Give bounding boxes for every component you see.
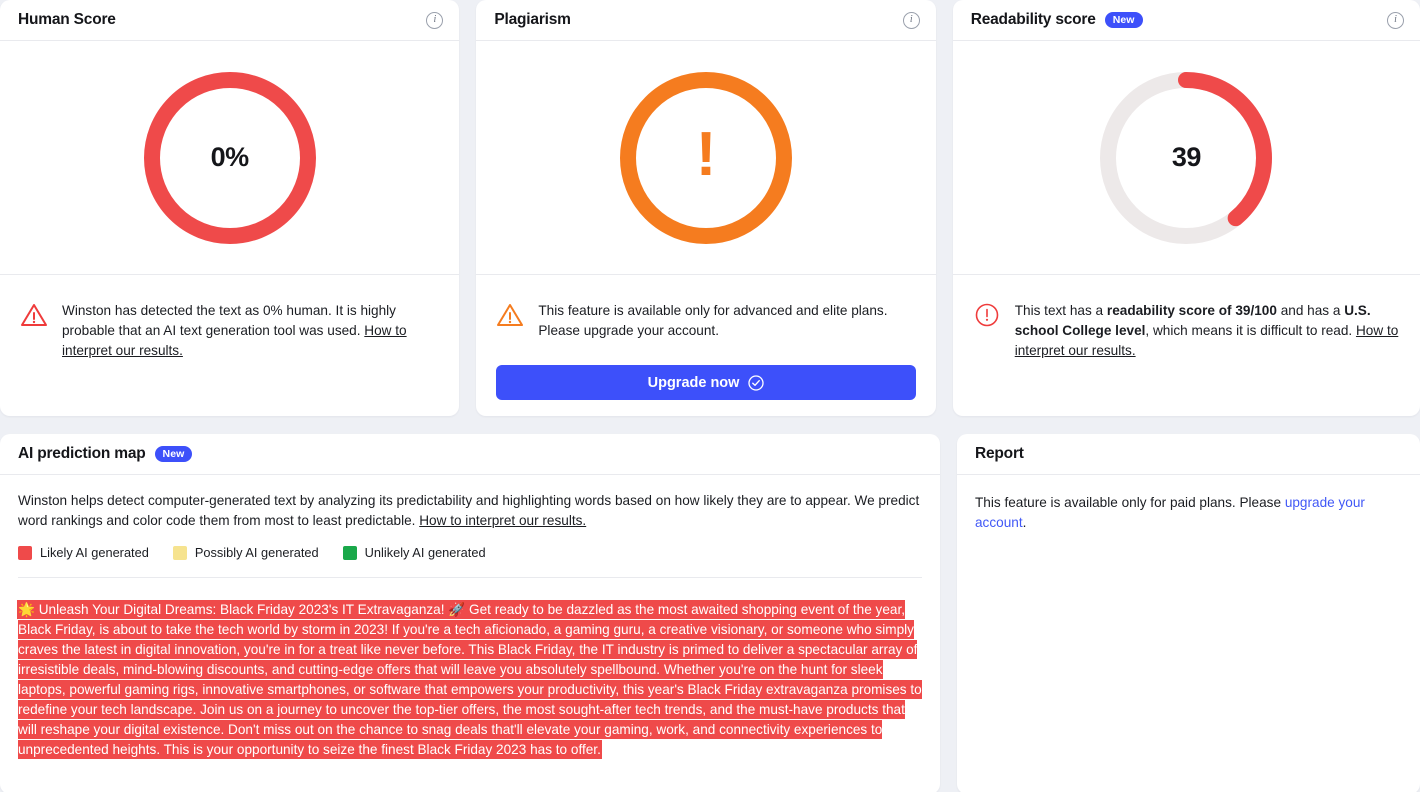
how-to-interpret-link[interactable]: How to interpret our results. <box>419 513 586 528</box>
plagiarism-note-text: This feature is available only for advan… <box>538 303 888 338</box>
readability-footer: This text has a readability score of 39/… <box>953 275 1420 416</box>
legend: Likely AI generated Possibly AI generate… <box>18 545 922 560</box>
human-score-header: Human Score i <box>0 0 460 41</box>
readability-gauge-area: 39 <box>952 41 1420 275</box>
plagiarism-gauge-area: ! <box>476 41 936 275</box>
ai-prediction-map-header: AI prediction map New <box>0 434 940 475</box>
readability-note-mid: and has a <box>1276 303 1345 318</box>
report-title: Report <box>975 445 1024 462</box>
readability-header: Readability score New i <box>952 0 1420 41</box>
legend-swatch-yellow <box>172 545 187 560</box>
warning-triangle-icon <box>20 302 48 333</box>
upgrade-now-button[interactable]: Upgrade now <box>496 365 916 400</box>
plagiarism-footer: This feature is available only for advan… <box>476 275 935 416</box>
report-body: This feature is available only for paid … <box>957 475 1420 533</box>
human-score-note: Winston has detected the text as 0% huma… <box>20 301 439 361</box>
ai-prediction-map-title: AI prediction map <box>18 445 146 462</box>
human-score-note-text: Winston has detected the text as 0% huma… <box>62 301 439 361</box>
legend-item-unlikely: Unlikely AI generated <box>342 545 486 560</box>
readability-value: 39 <box>1171 142 1202 172</box>
legend-label: Possibly AI generated <box>194 545 319 560</box>
readability-gauge: 39 <box>1096 68 1276 248</box>
legend-label: Unlikely AI generated <box>364 545 486 560</box>
ai-prediction-map-body: Winston helps detect computer-generated … <box>0 475 940 578</box>
new-badge: New <box>154 445 193 463</box>
plagiarism-card: Plagiarism i ! This feature is available… <box>476 0 936 416</box>
legend-swatch-green <box>342 545 357 560</box>
report-card: Report This feature is available only fo… <box>957 434 1420 792</box>
readability-note-suffix: , which means it is difficult to read. <box>1145 323 1356 338</box>
info-icon[interactable]: i <box>1386 11 1404 29</box>
legend-label: Likely AI generated <box>40 545 149 560</box>
human-score-footer: Winston has detected the text as 0% huma… <box>0 275 459 416</box>
ai-prediction-map-card: AI prediction map New Winston helps dete… <box>0 434 940 792</box>
ai-prediction-map-description: Winston helps detect computer-generated … <box>18 491 922 531</box>
plagiarism-header: Plagiarism i <box>476 0 936 41</box>
analyzed-text: 🌟 Unleash Your Digital Dreams: Black Fri… <box>18 601 922 758</box>
plagiarism-exclamation: ! <box>695 119 717 189</box>
upgrade-now-label: Upgrade now <box>647 374 740 391</box>
legend-item-possibly: Possibly AI generated <box>172 545 319 560</box>
readability-note-prefix: This text has a <box>1014 303 1107 318</box>
human-score-value: 0% <box>210 142 250 172</box>
plagiarism-gauge: ! <box>616 68 796 248</box>
legend-swatch-red <box>18 545 32 560</box>
analyzed-text-block: 🌟 Unleash Your Digital Dreams: Black Fri… <box>0 578 940 760</box>
readability-score-bold: readability score of 39/100 <box>1106 303 1277 318</box>
legend-item-likely: Likely AI generated <box>18 545 149 560</box>
readability-note: This text has a readability score of 39/… <box>973 301 1400 361</box>
report-text: This feature is available only for paid … <box>975 495 1285 510</box>
plagiarism-note: This feature is available only for advan… <box>496 301 915 341</box>
alert-circle-icon <box>973 302 1001 333</box>
readability-note-text: This text has a readability score of 39/… <box>1015 301 1400 361</box>
report-header: Report <box>957 434 1420 475</box>
info-icon[interactable]: i <box>426 11 444 29</box>
info-icon[interactable]: i <box>902 11 920 29</box>
plagiarism-title: Plagiarism <box>494 11 571 28</box>
report-text-end: . <box>1022 515 1027 530</box>
human-score-gauge-area: 0% <box>0 41 460 275</box>
new-badge: New <box>1104 11 1143 29</box>
human-score-title: Human Score <box>18 11 116 28</box>
human-score-note-body: Winston has detected the text as 0% huma… <box>62 303 396 338</box>
readability-score-card: Readability score New i 39 This text has… <box>952 0 1420 416</box>
ai-detection-results-page: Human Score i 0% Winston has detected th… <box>0 0 1420 792</box>
check-circle-icon <box>748 374 765 391</box>
readability-title: Readability score <box>970 11 1096 28</box>
score-cards-row: Human Score i 0% Winston has detected th… <box>0 0 1420 416</box>
human-score-card: Human Score i 0% Winston has detected th… <box>0 0 460 416</box>
human-score-gauge: 0% <box>140 68 320 248</box>
lower-cards-row: AI prediction map New Winston helps dete… <box>0 434 1420 792</box>
warning-triangle-icon <box>496 302 524 333</box>
